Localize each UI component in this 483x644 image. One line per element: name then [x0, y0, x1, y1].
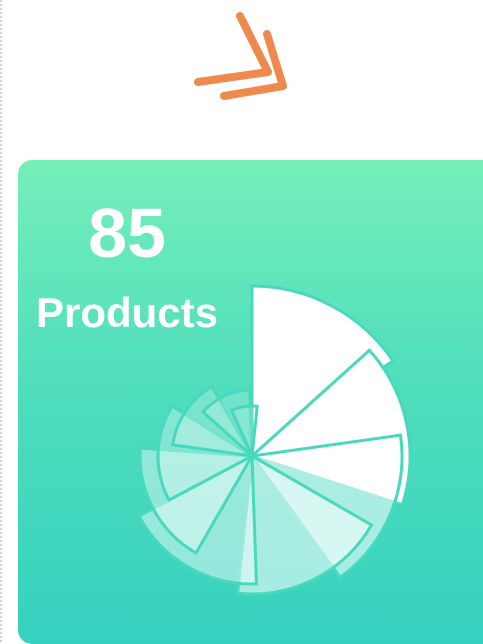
radial-wedge-spiral-icon [136, 284, 412, 596]
page-edge-guide [0, 0, 2, 642]
double-chevron-icon[interactable] [188, 8, 294, 106]
